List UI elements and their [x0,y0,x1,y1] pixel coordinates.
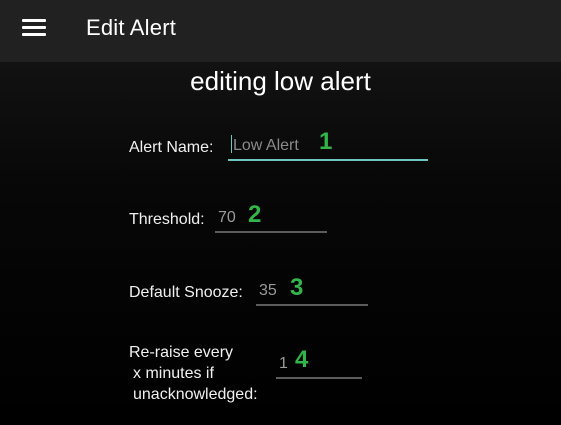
reraise-label-line1: Re-raise every [129,344,234,361]
threshold-label: Threshold: [129,211,205,228]
badge-4: 4 [295,346,309,373]
text-caret [231,135,232,153]
default-snooze-label: Default Snooze: [129,284,243,301]
reraise-input[interactable]: 1 [276,353,362,379]
reraise-label-line2: x minutes if [133,365,214,382]
default-snooze-input[interactable]: 35 [256,280,368,306]
app-title: Edit Alert [86,15,177,40]
alert-name-label: Alert Name: [129,139,214,156]
app-bar: Edit Alert [0,0,561,62]
hamburger-menu-icon[interactable] [22,19,47,39]
threshold-input[interactable]: 70 [215,207,327,233]
reraise-value: 1 [279,355,288,372]
default-snooze-value: 35 [259,282,277,299]
threshold-value: 70 [218,209,236,226]
badge-2: 2 [248,201,262,228]
edit-alert-form: editing low alert Alert Name: Low Alert … [0,62,561,425]
reraise-label-line3: unacknowledged: [133,386,258,403]
alert-name-value: Low Alert [233,137,299,154]
badge-3: 3 [290,274,304,301]
badge-1: 1 [319,128,333,155]
page-heading: editing low alert [190,66,371,96]
